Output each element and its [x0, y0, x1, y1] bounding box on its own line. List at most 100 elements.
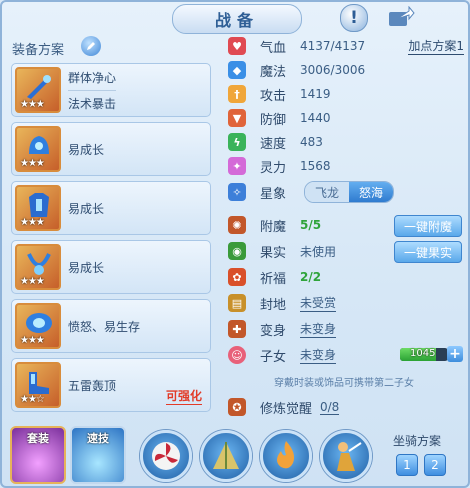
stat-row-spirit: ✦ 灵力 1568 — [226, 154, 466, 178]
fief-icon: ▤ — [228, 294, 246, 312]
stat-name: 封地 — [260, 297, 287, 313]
stat-value: 5/5 — [300, 218, 322, 232]
equipment-slot-helmet[interactable]: ★★★ 易成长 — [11, 122, 211, 176]
tab-label: 套装 — [27, 432, 49, 445]
boots-icon: ★★☆ — [15, 362, 61, 408]
stat-row-enchant: ✺ 附魔 5/5 一键附魔 — [226, 212, 466, 238]
equip-effect: 易成长 — [68, 260, 105, 275]
stat-row-fief: ▤ 封地 未受赏 — [226, 290, 466, 316]
mount-scheme-label: 坐骑方案 — [393, 434, 442, 448]
pinwheel-icon — [152, 442, 180, 470]
fruit-icon: ◉ — [228, 242, 246, 260]
equipment-list: ★★★ 群体净心 法术暴击 ★★★ 易成长 ★★★ 易成长 ★★★ 易成长 ★★… — [11, 63, 213, 417]
necklace-icon: ★★★ — [15, 244, 61, 290]
stat-row-transform: ✚ 变身 未变身 — [226, 316, 466, 342]
star-rating: ★★★ — [20, 99, 45, 110]
edit-scheme-button[interactable] — [81, 36, 101, 56]
exclamation-icon: ! — [350, 8, 358, 28]
equipment-slot-armor[interactable]: ★★★ 易成长 — [11, 181, 211, 235]
awaken-icon: ✪ — [228, 398, 246, 416]
stat-value[interactable]: 0/8 — [320, 400, 340, 415]
stat-value[interactable]: 未受赏 — [300, 294, 337, 312]
stat-row-speed: ϟ 速度 483 — [226, 130, 466, 154]
stat-value: 2/2 — [300, 270, 322, 284]
add-child-button[interactable]: + — [447, 346, 463, 362]
stat-value[interactable]: 未变身 — [300, 320, 337, 338]
child-icon: ☺ — [228, 346, 246, 364]
stat-row-fruit: ◉ 果实 未使用 一键果实 — [226, 238, 466, 264]
tent-icon — [213, 442, 239, 469]
stat-value: 1419 — [300, 87, 331, 101]
page-title: 战备 — [214, 11, 259, 30]
stat-name: 攻击 — [260, 88, 287, 104]
enchant-icon: ✺ — [228, 216, 246, 234]
equip-effect: 群体净心 — [68, 70, 117, 85]
title-bar: 战备 ! — [2, 2, 468, 34]
stat-row-awaken: ✪ 修炼觉醒 0/8 — [226, 394, 466, 420]
helmet-icon: ★★★ — [15, 126, 61, 172]
sword-icon: † — [228, 85, 246, 103]
equip-effect: 愤怒、易生存 — [68, 319, 141, 334]
stat-value[interactable]: 未变身 — [300, 346, 337, 364]
mana-icon: ◆ — [228, 61, 246, 79]
star-rating: ★★★ — [20, 276, 45, 287]
belt-icon: ★★★ — [15, 303, 61, 349]
star-rating: ★★★ — [20, 335, 45, 346]
blessing-icon: ✿ — [228, 268, 246, 286]
armor-icon: ★★★ — [15, 185, 61, 231]
skill-slot-2[interactable] — [200, 430, 252, 482]
transform-icon: ✚ — [228, 320, 246, 338]
stat-name: 速度 — [260, 136, 287, 152]
mount-scheme-1-button[interactable]: 1 — [396, 454, 418, 476]
stat-name: 气血 — [260, 40, 287, 56]
plus-icon: + — [449, 346, 461, 362]
mount-scheme-2-button[interactable]: 2 — [424, 454, 446, 476]
star-sign-option[interactable]: 飞龙 — [305, 182, 350, 202]
stat-value: 1440 — [300, 111, 331, 125]
weapon-icon: ★★★ — [15, 67, 61, 113]
bottom-bar: 套装 速技 坐骑方案 1 2 — [2, 422, 468, 486]
stat-name: 祈福 — [260, 271, 287, 287]
stat-value: 4137/4137 — [300, 39, 366, 53]
heart-icon: ♥ — [228, 37, 246, 55]
stat-row-hp: ♥ 气血 4137/4137 加点方案1 — [226, 34, 466, 58]
skill-slot-1[interactable] — [140, 430, 192, 482]
title-plate: 战备 — [172, 4, 302, 34]
stat-name: 子女 — [260, 349, 287, 365]
share-icon — [389, 6, 415, 26]
star-rating: ★★★ — [20, 217, 45, 228]
stat-plan-button[interactable]: 加点方案1 — [408, 37, 464, 55]
help-button[interactable]: ! — [340, 4, 368, 32]
tab-label: 速技 — [87, 432, 109, 445]
star-sign-toggle[interactable]: 飞龙 怒海 — [304, 181, 395, 203]
equip-effect: 易成长 — [68, 201, 105, 216]
equipment-slot-boots[interactable]: ★★☆ 五雷轰顶 可强化 — [11, 358, 211, 412]
star-rating: ★★☆ — [20, 394, 45, 405]
stat-value: 未使用 — [300, 244, 337, 259]
skill-slot-4[interactable] — [320, 430, 372, 482]
stat-value: 483 — [300, 135, 323, 149]
stat-value: 1568 — [300, 159, 331, 173]
child-hint: 穿戴时装或饰品可携带第二子女 — [274, 378, 414, 389]
star-sign-icon: ✧ — [228, 183, 246, 201]
tab-speed-skill[interactable]: 速技 — [70, 426, 126, 484]
stat-row-blessing: ✿ 祈福 2/2 — [226, 264, 466, 290]
fruit-all-button[interactable]: 一键果实 — [394, 241, 462, 263]
equip-effect: 易成长 — [68, 142, 105, 157]
stat-value: 3006/3006 — [300, 63, 366, 77]
share-button[interactable] — [386, 5, 416, 29]
star-rating: ★★★ — [20, 158, 45, 169]
tab-set[interactable]: 套装 — [10, 426, 66, 484]
pencil-icon — [87, 42, 95, 50]
equipment-slot-necklace[interactable]: ★★★ 易成长 — [11, 240, 211, 294]
stat-name: 魔法 — [260, 64, 287, 80]
stat-row-star-sign: ✧ 星象 飞龙 怒海 — [226, 178, 466, 206]
equipment-slot-weapon[interactable]: ★★★ 群体净心 法术暴击 — [11, 63, 211, 117]
equipment-slot-belt[interactable]: ★★★ 愤怒、易生存 — [11, 299, 211, 353]
star-sign-option-selected[interactable]: 怒海 — [349, 182, 394, 202]
stat-name: 附魔 — [260, 219, 287, 235]
enchant-all-button[interactable]: 一键附魔 — [394, 215, 462, 237]
stat-name: 灵力 — [260, 160, 287, 176]
skill-slot-3[interactable] — [260, 430, 312, 482]
upgradable-tag[interactable]: 可强化 — [165, 387, 202, 405]
